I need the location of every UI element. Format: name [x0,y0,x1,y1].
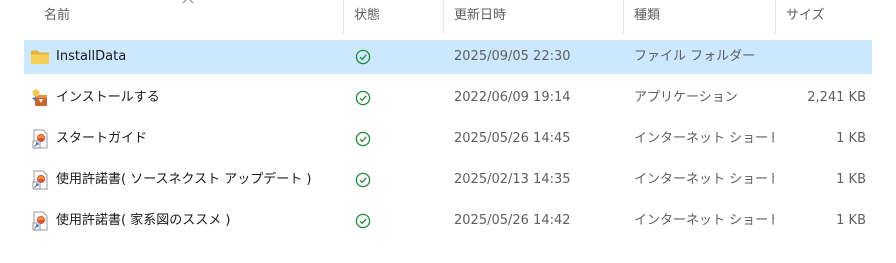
column-header-bar: 名前 状態 更新日時 種類 サイズ [0,0,896,34]
file-name: インストールする [56,90,160,105]
column-header-name[interactable]: 名前 [36,0,344,34]
column-header-name-label: 名前 [44,8,71,23]
file-name: 使用許諾書( ソースネクスト アップデート ) [56,172,312,187]
column-header-size-label: サイズ [786,8,825,23]
file-size: 1 KB [836,131,866,146]
column-header-size[interactable]: サイズ [778,0,888,34]
sort-ascending-chevron-icon [182,0,194,4]
file-row-installdata[interactable]: InstallData 2025/09/05 22:30 ファイル フォルダー [24,40,872,74]
file-date: 2025/02/13 14:35 [454,172,571,187]
file-type: インターネット ショート... [634,213,774,228]
file-size: 1 KB [836,172,866,187]
folder-icon [30,47,50,67]
file-date: 2025/09/05 22:30 [454,49,571,64]
sync-ok-check-icon [355,49,371,65]
file-name: InstallData [56,49,127,64]
installer-app-icon [30,88,50,108]
sync-ok-check-icon [355,90,371,106]
file-row-license-update[interactable]: 使用許諾書( ソースネクスト アップデート ) 2025/02/13 14:35… [24,163,872,197]
internet-shortcut-icon [30,129,50,149]
file-row-license-family-tree[interactable]: 使用許諾書( 家系図のススメ ) 2025/05/26 14:42 インターネッ… [24,204,872,238]
internet-shortcut-icon [30,211,50,231]
sync-ok-check-icon [355,172,371,188]
file-type: インターネット ショート... [634,172,774,187]
file-size [774,40,866,74]
file-row-start-guide[interactable]: スタートガイド 2025/05/26 14:45 インターネット ショート...… [24,122,872,156]
file-type: インターネット ショート... [634,131,774,146]
file-name: スタートガイド [56,131,148,146]
file-type: ファイル フォルダー [634,49,756,64]
file-date: 2025/05/26 14:42 [454,213,571,228]
file-date: 2022/06/09 19:14 [454,90,571,105]
sync-ok-check-icon [355,213,371,229]
column-header-status[interactable]: 状態 [346,0,444,34]
file-name: 使用許諾書( 家系図のススメ ) [56,213,231,228]
column-header-date-label: 更新日時 [454,8,507,23]
column-header-date[interactable]: 更新日時 [446,0,624,34]
column-header-status-label: 状態 [354,8,381,23]
file-row-installer[interactable]: インストールする 2022/06/09 19:14 アプリケーション 2,241… [24,81,872,115]
file-size: 1 KB [836,213,866,228]
sync-ok-check-icon [355,131,371,147]
column-header-type-label: 種類 [634,8,661,23]
file-size: 2,241 KB [807,90,866,105]
internet-shortcut-icon [30,170,50,190]
file-date: 2025/05/26 14:45 [454,131,571,146]
file-type: アプリケーション [634,90,738,105]
column-header-type[interactable]: 種類 [626,0,776,34]
